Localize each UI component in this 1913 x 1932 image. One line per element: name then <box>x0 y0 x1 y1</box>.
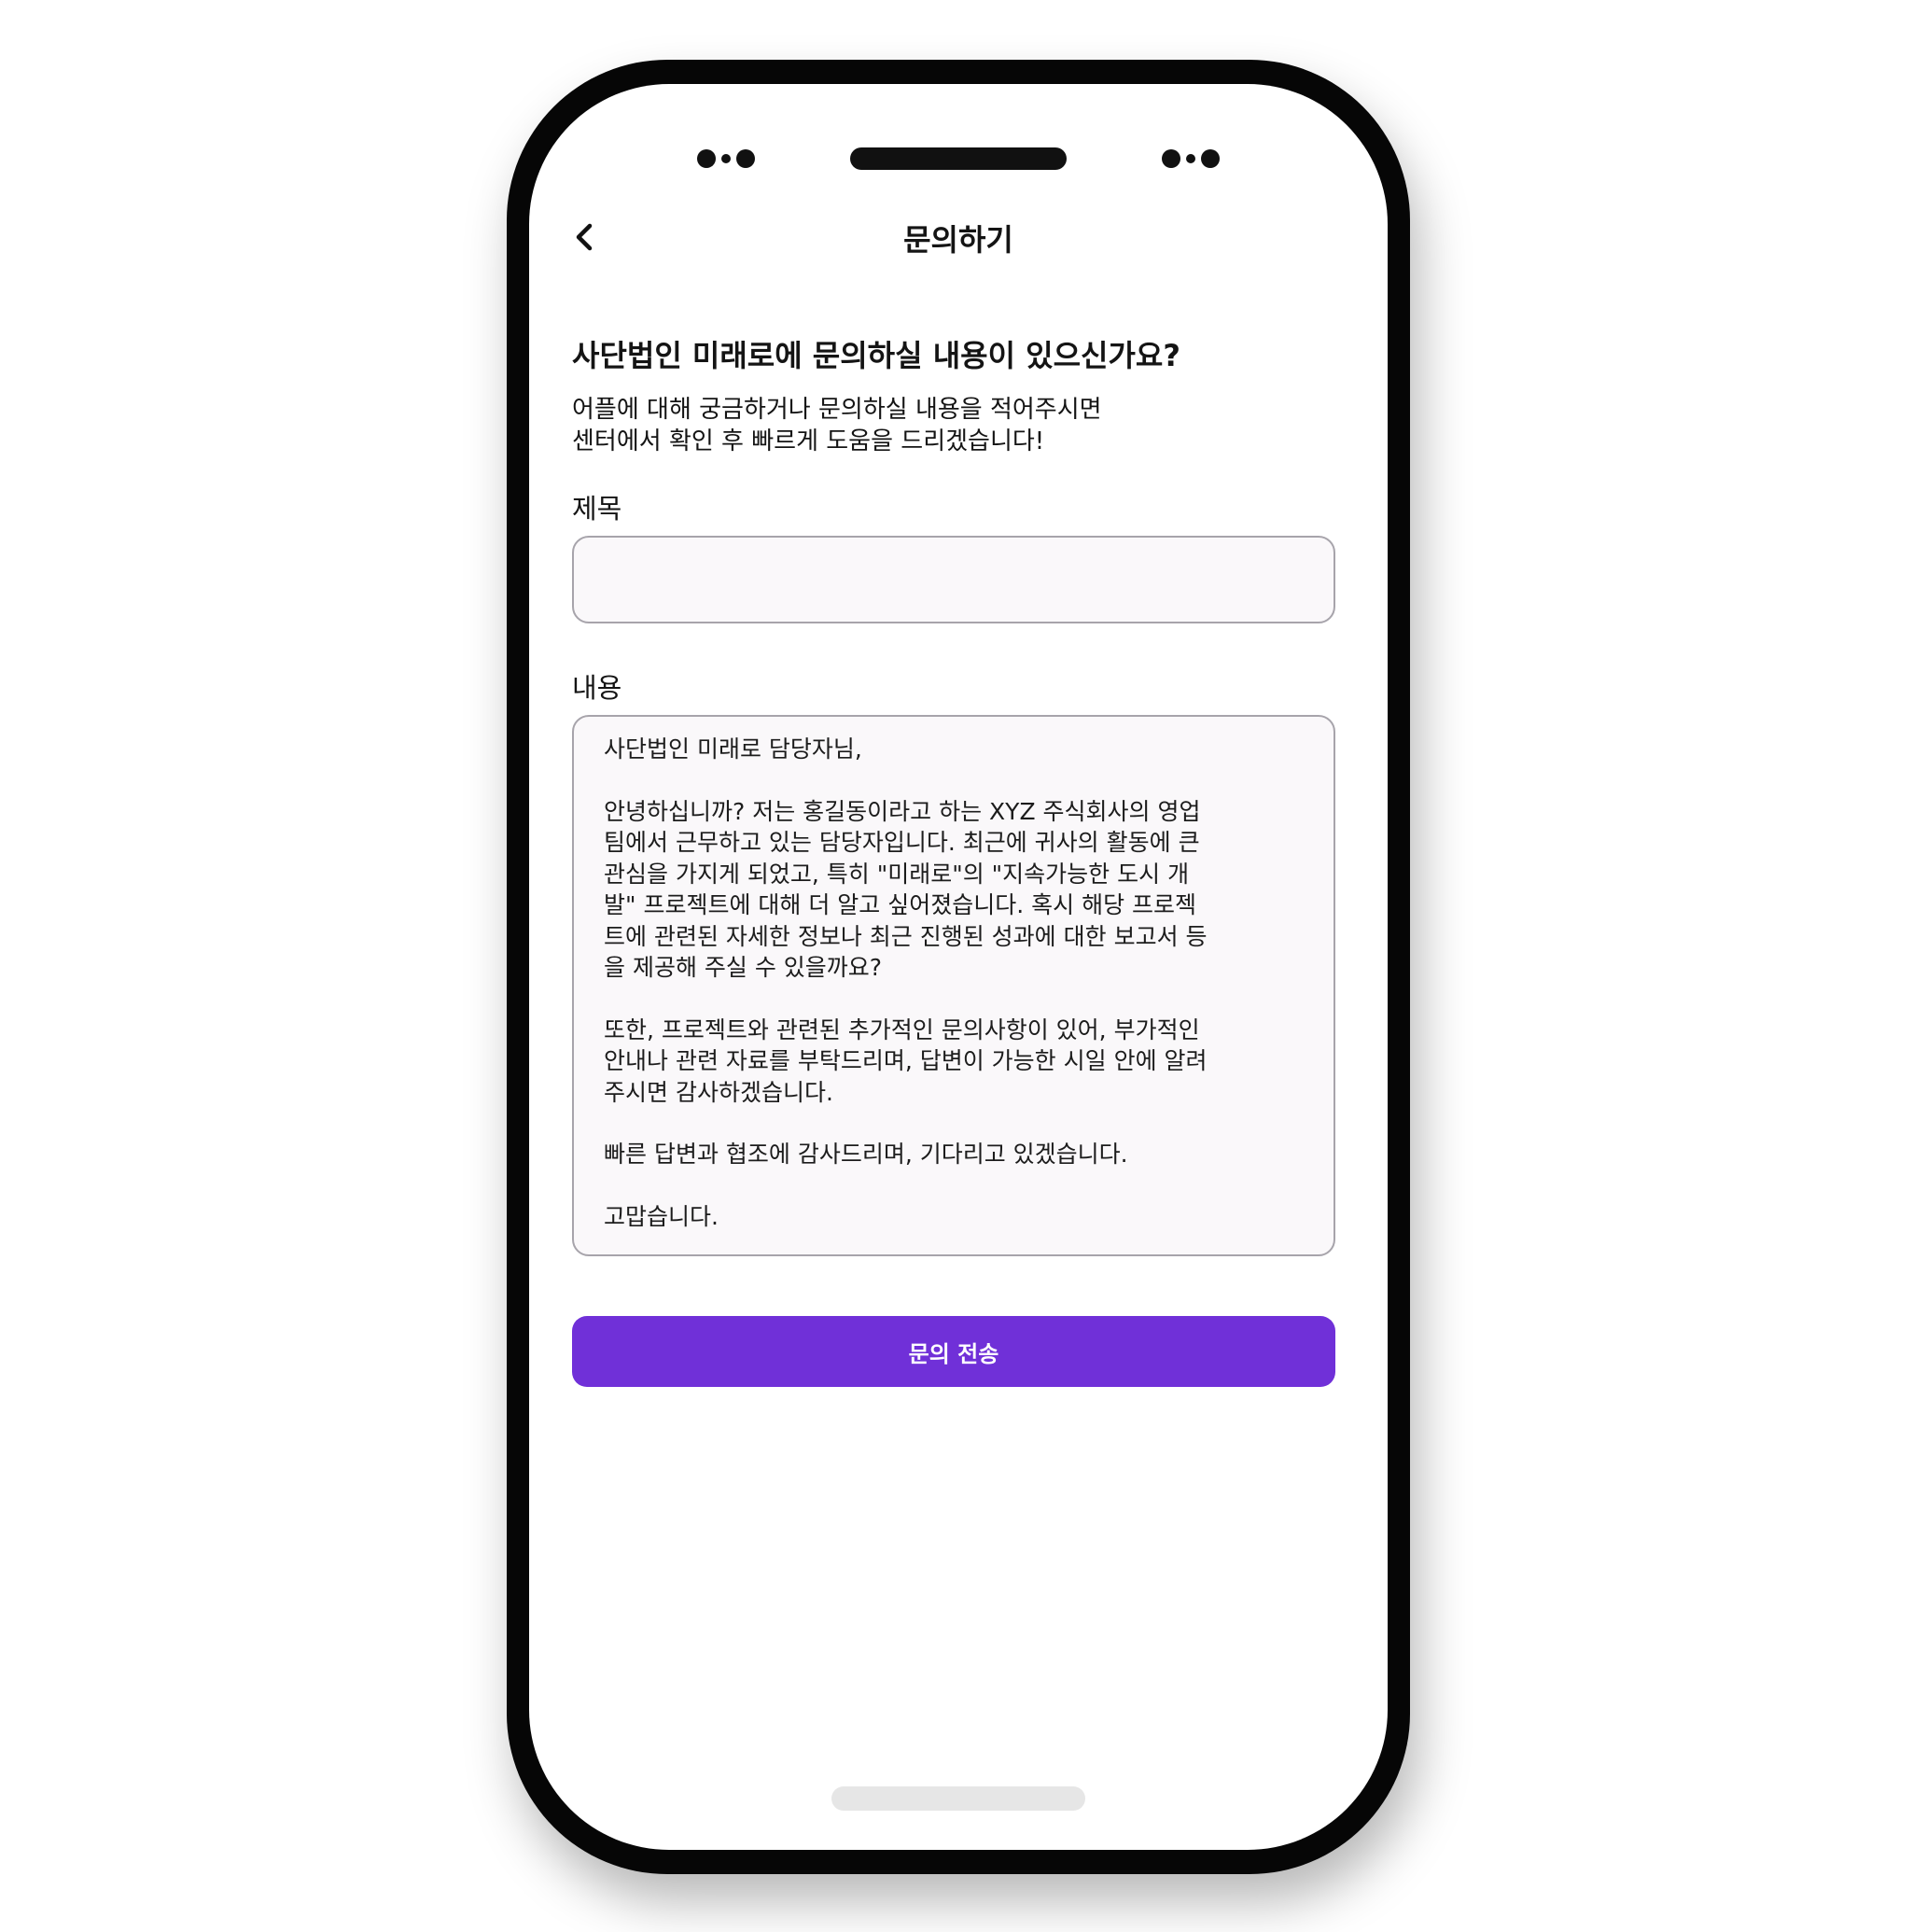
phone-screen: 문의하기 사단법인 미래로에 문의하실 내용이 있으신가요? 어플에 대해 궁금… <box>529 84 1388 1850</box>
status-notch <box>529 147 1388 175</box>
page-title: 문의하기 <box>903 222 1013 258</box>
phone-frame: 문의하기 사단법인 미래로에 문의하실 내용이 있으신가요? 어플에 대해 궁금… <box>507 60 1410 1874</box>
content-label: 내용 <box>572 672 622 704</box>
content-textarea[interactable]: 사단법인 미래로 담당자님, 안녕하십니까? 저는 홍길동이라고 하는 XYZ … <box>572 715 1335 1256</box>
content-paragraph: 또한, 프로젝트와 관련된 추가적인 문의사항이 있어, 부가적인 안내나 관련… <box>604 1015 1208 1106</box>
submit-button-label: 문의 전송 <box>908 1340 999 1367</box>
content-paragraph: 안녕하십니까? 저는 홍길동이라고 하는 XYZ 주식회사의 영업 팀에서 근무… <box>604 797 1208 982</box>
title-input[interactable] <box>572 536 1335 623</box>
home-indicator[interactable] <box>831 1786 1085 1811</box>
submit-inquiry-button[interactable]: 문의 전송 <box>572 1316 1335 1387</box>
description-line: 센터에서 확인 후 빠르게 도움을 드리겠습니다! <box>572 427 1045 455</box>
description-line: 어플에 대해 궁금하거나 문의하실 내용을 적어주시면 <box>572 396 1102 424</box>
content-paragraph: 빠른 답변과 협조에 감사드리며, 기다리고 있겠습니다. <box>604 1141 1128 1168</box>
content-paragraph: 사단법인 미래로 담당자님, <box>604 735 862 763</box>
content-paragraph: 고맙습니다. <box>604 1202 719 1230</box>
inquiry-heading: 사단법인 미래로에 문의하실 내용이 있으신가요? <box>572 338 1180 373</box>
inquiry-description: 어플에 대해 궁금하거나 문의하실 내용을 적어주시면 센터에서 확인 후 빠르… <box>572 394 1356 457</box>
title-label: 제목 <box>572 493 622 525</box>
